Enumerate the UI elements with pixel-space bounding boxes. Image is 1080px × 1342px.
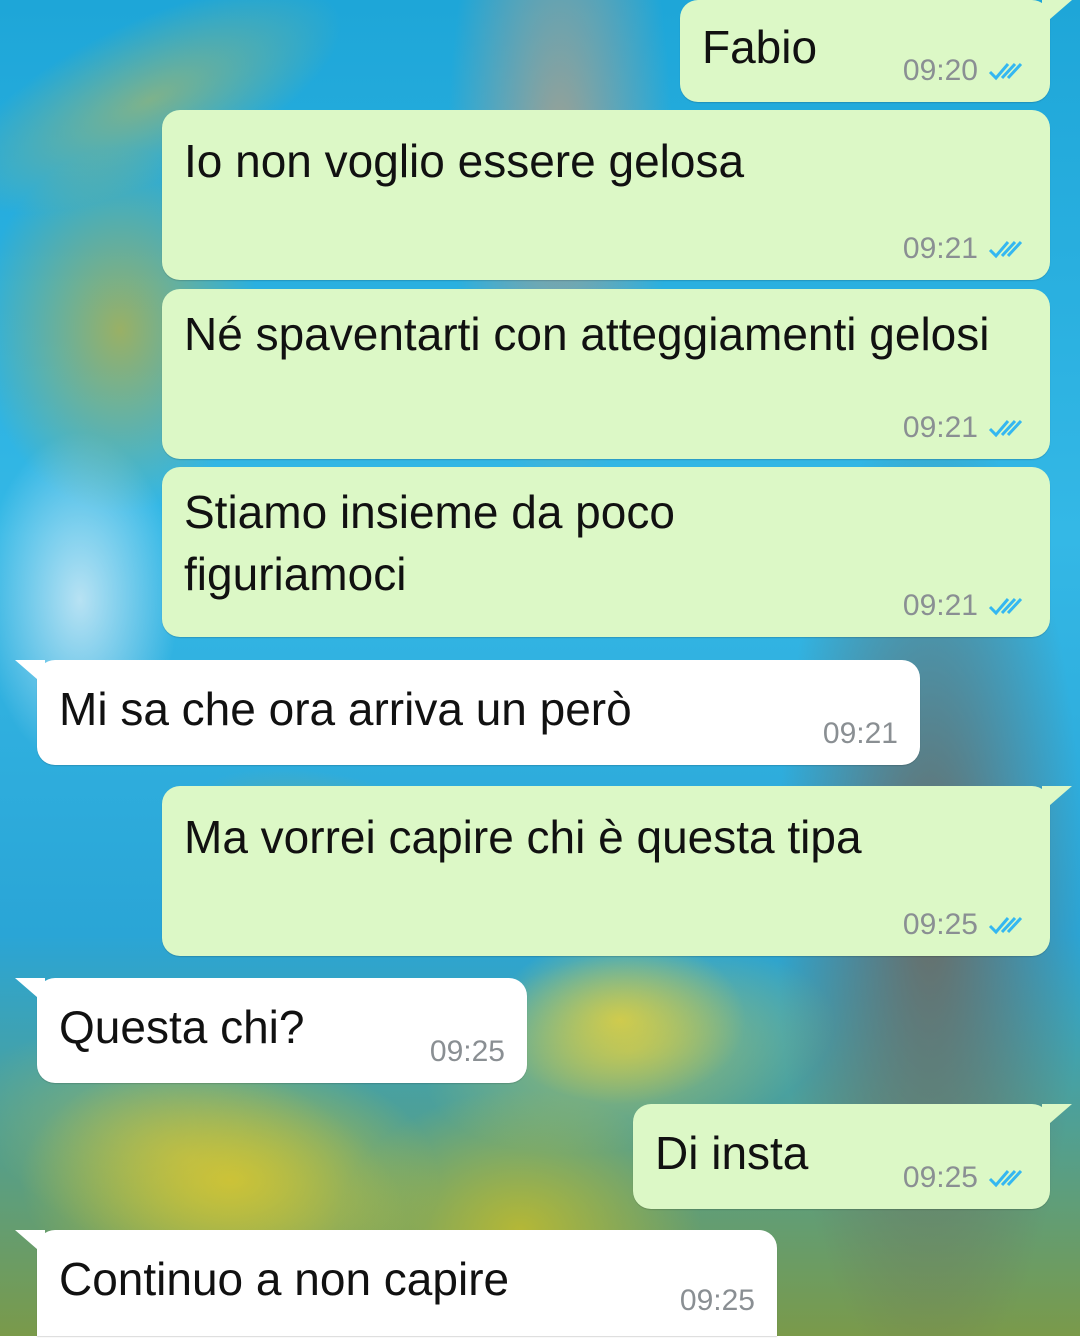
- message-timestamp: 09:21: [822, 717, 898, 750]
- message-timestamp: 09:20: [902, 54, 978, 87]
- message-bubble-incoming[interactable]: Questa chi? 09:25: [15, 978, 527, 1083]
- message-text: Io non voglio essere gelosa: [184, 135, 745, 187]
- double-check-icon: [988, 419, 1023, 438]
- message-text: Mi sa che ora arriva un però: [59, 683, 632, 735]
- message-timestamp: 09:25: [429, 1035, 505, 1068]
- message-timestamp: 09:21: [902, 589, 978, 622]
- message-bubble-outgoing[interactable]: Fabio 09:20: [680, 0, 1072, 102]
- message-text: Di insta: [655, 1127, 809, 1179]
- message-timestamp: 09:21: [902, 232, 978, 265]
- message-bubble-incoming[interactable]: Continuo a non capire 09:25: [15, 1230, 777, 1336]
- message-bubble-outgoing[interactable]: Io non voglio essere gelosa 09:21: [162, 110, 1050, 280]
- double-check-icon: [988, 597, 1023, 616]
- message-meta: 09:25: [680, 1284, 755, 1318]
- double-check-icon: [988, 240, 1023, 259]
- message-bubble-outgoing[interactable]: Di insta 09:25: [633, 1104, 1072, 1209]
- message-timestamp: 09:25: [902, 1161, 978, 1194]
- message-meta: 09:25: [430, 1035, 505, 1069]
- message-text: Continuo a non capire: [59, 1253, 510, 1305]
- double-check-icon: [988, 62, 1023, 81]
- message-bubble-outgoing[interactable]: Ma vorrei capire chi è questa tipa 09:25: [162, 786, 1072, 956]
- message-bubble-outgoing[interactable]: Né spaventarti con atteggiamenti gelosi …: [162, 289, 1050, 459]
- message-text: Stiamo insieme da poco figuriamoci: [184, 486, 675, 600]
- message-meta: 09:21: [903, 232, 1028, 266]
- message-meta: 09:25: [903, 908, 1028, 942]
- message-timestamp: 09:25: [679, 1284, 755, 1317]
- message-text: Ma vorrei capire chi è questa tipa: [184, 811, 862, 863]
- message-meta: 09:21: [903, 411, 1028, 445]
- double-check-icon: [988, 916, 1023, 935]
- message-text: Fabio: [702, 21, 818, 73]
- message-bubble-outgoing[interactable]: Stiamo insieme da poco figuriamoci 09:21: [162, 467, 1050, 637]
- message-text: Questa chi?: [59, 1001, 305, 1053]
- message-bubble-incoming[interactable]: Mi sa che ora arriva un però 09:21: [15, 660, 920, 765]
- message-timestamp: 09:25: [902, 908, 978, 941]
- message-text: Né spaventarti con atteggiamenti gelosi: [184, 308, 990, 360]
- message-meta: 09:20: [903, 54, 1028, 88]
- message-meta: 09:21: [903, 589, 1028, 623]
- message-timestamp: 09:21: [902, 411, 978, 444]
- message-meta: 09:25: [903, 1161, 1028, 1195]
- message-meta: 09:21: [823, 717, 898, 751]
- double-check-icon: [988, 1169, 1023, 1188]
